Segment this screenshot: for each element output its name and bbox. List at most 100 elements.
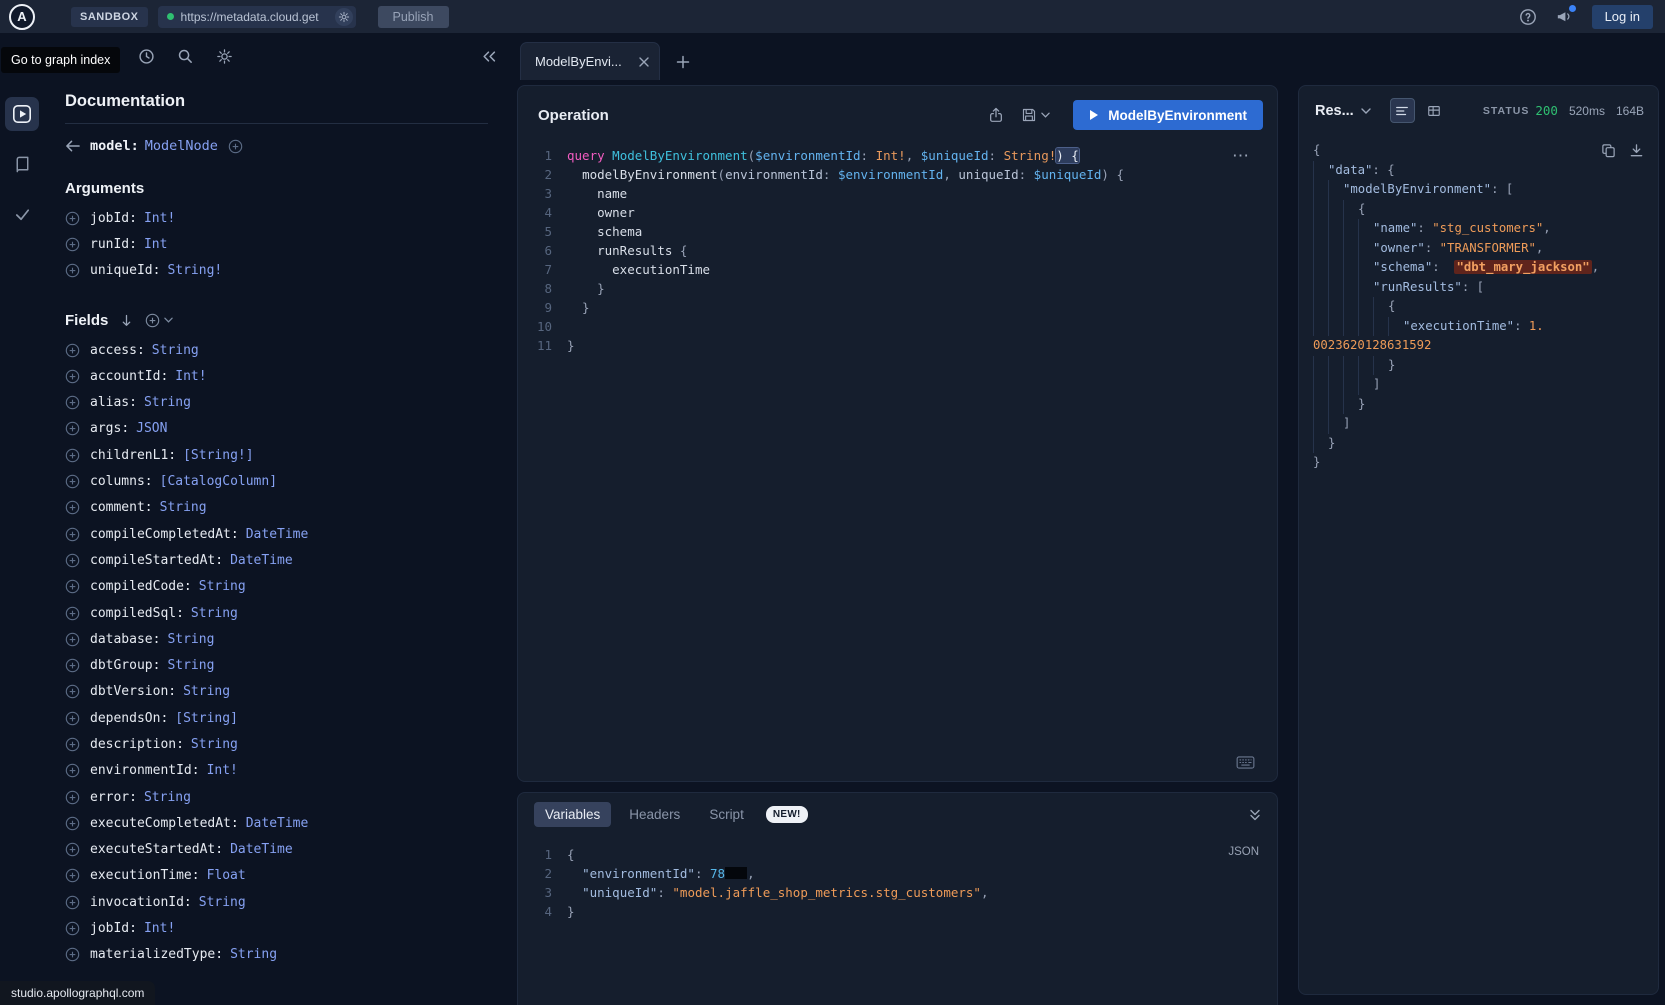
- doc-field-row[interactable]: executeCompletedAtDateTime: [65, 810, 488, 836]
- operation-tab[interactable]: ModelByEnvi...: [520, 42, 660, 80]
- endpoint-settings-icon[interactable]: [335, 8, 353, 26]
- add-field-icon[interactable]: [65, 369, 80, 384]
- doc-field-row[interactable]: argsJSON: [65, 416, 488, 442]
- doc-field-row[interactable]: jobIdInt!: [65, 915, 488, 941]
- doc-field-row[interactable]: compiledSqlString: [65, 600, 488, 626]
- doc-field-row[interactable]: compiledCodeString: [65, 574, 488, 600]
- doc-field-row[interactable]: jobIdInt!: [65, 205, 488, 231]
- add-field-icon[interactable]: [65, 816, 80, 831]
- doc-field-row[interactable]: columns[CatalogColumn]: [65, 468, 488, 494]
- variables-editor[interactable]: JSON 1{2 "environmentId": 78,3 "uniqueId…: [518, 833, 1277, 1005]
- doc-field-row[interactable]: descriptionString: [65, 731, 488, 757]
- add-field-icon[interactable]: [65, 263, 80, 278]
- code-token: runResults: [597, 243, 672, 258]
- add-field-icon[interactable]: [65, 684, 80, 699]
- doc-field-row[interactable]: errorString: [65, 784, 488, 810]
- doc-field-row[interactable]: runIdInt: [65, 231, 488, 257]
- add-field-icon[interactable]: [65, 448, 80, 463]
- sort-fields-icon[interactable]: [121, 314, 132, 327]
- run-operation-button[interactable]: ModelByEnvironment: [1073, 100, 1263, 130]
- keyboard-shortcuts-icon[interactable]: [1236, 756, 1255, 769]
- add-field-icon[interactable]: [65, 763, 80, 778]
- model-type-link[interactable]: ModelNode: [145, 138, 218, 154]
- add-field-icon[interactable]: [65, 211, 80, 226]
- new-tab-icon[interactable]: [676, 55, 690, 69]
- add-field-icon[interactable]: [65, 711, 80, 726]
- tab-script[interactable]: Script: [698, 802, 755, 827]
- doc-field-row[interactable]: childrenL1[String!]: [65, 442, 488, 468]
- add-field-icon[interactable]: [65, 606, 80, 621]
- response-title[interactable]: Res...: [1315, 103, 1354, 119]
- response-chevron-icon[interactable]: [1361, 108, 1371, 114]
- doc-field-row[interactable]: uniqueIdString!: [65, 258, 488, 284]
- doc-field-row[interactable]: dbtGroupString: [65, 652, 488, 678]
- add-field-icon[interactable]: [65, 421, 80, 436]
- collapse-panel-icon[interactable]: [482, 50, 496, 63]
- publish-button[interactable]: Publish: [378, 6, 449, 28]
- add-field-icon[interactable]: [65, 527, 80, 542]
- doc-field-row[interactable]: invocationIdString: [65, 889, 488, 915]
- announcements-icon[interactable]: [1555, 8, 1572, 25]
- table-view-toggle[interactable]: [1422, 98, 1447, 123]
- doc-field-row[interactable]: materializedTypeString: [65, 942, 488, 968]
- back-arrow-icon[interactable]: [65, 140, 80, 152]
- doc-field-row[interactable]: executionTimeFloat: [65, 863, 488, 889]
- doc-field-row[interactable]: dbtVersionString: [65, 679, 488, 705]
- endpoint-url-input[interactable]: https://metadata.cloud.get: [158, 6, 356, 28]
- search-icon[interactable]: [177, 48, 194, 65]
- overflow-menu-icon[interactable]: ⋯: [1232, 146, 1249, 166]
- add-field-icon[interactable]: [65, 790, 80, 805]
- add-field-icon[interactable]: [65, 737, 80, 752]
- login-button[interactable]: Log in: [1592, 5, 1653, 29]
- save-operation-group[interactable]: [1021, 107, 1050, 123]
- help-icon[interactable]: [1519, 8, 1537, 26]
- doc-field-row[interactable]: compileStartedAtDateTime: [65, 547, 488, 573]
- save-chevron-icon[interactable]: [1041, 112, 1050, 118]
- collapse-variables-icon[interactable]: [1249, 809, 1261, 821]
- download-response-icon[interactable]: [1629, 143, 1644, 158]
- field-type: String: [144, 790, 191, 805]
- doc-field-row[interactable]: commentString: [65, 495, 488, 521]
- add-field-icon[interactable]: [65, 343, 80, 358]
- add-model-icon[interactable]: [228, 139, 243, 154]
- add-all-fields-icon[interactable]: [145, 313, 173, 328]
- close-tab-icon[interactable]: [639, 57, 649, 67]
- tab-headers[interactable]: Headers: [618, 802, 691, 827]
- doc-field-row[interactable]: databaseString: [65, 626, 488, 652]
- add-field-icon[interactable]: [65, 947, 80, 962]
- doc-field-row[interactable]: accessString: [65, 337, 488, 363]
- explorer-icon[interactable]: [5, 97, 39, 131]
- apollo-logo[interactable]: A: [9, 4, 35, 30]
- doc-field-row[interactable]: dependsOn[String]: [65, 705, 488, 731]
- history-icon[interactable]: [138, 48, 155, 65]
- save-icon[interactable]: [1021, 107, 1037, 123]
- add-field-icon[interactable]: [65, 658, 80, 673]
- copy-response-icon[interactable]: [1601, 143, 1616, 158]
- add-field-icon[interactable]: [65, 237, 80, 252]
- add-field-icon[interactable]: [65, 632, 80, 647]
- code-line: ]: [1313, 414, 1646, 434]
- add-field-icon[interactable]: [65, 842, 80, 857]
- doc-field-row[interactable]: aliasString: [65, 389, 488, 415]
- doc-field-row[interactable]: environmentIdInt!: [65, 758, 488, 784]
- add-field-icon[interactable]: [65, 579, 80, 594]
- add-field-icon[interactable]: [65, 553, 80, 568]
- code-token: ) {: [1101, 167, 1124, 182]
- add-field-icon[interactable]: [65, 395, 80, 410]
- checklist-icon[interactable]: [5, 197, 39, 231]
- doc-field-row[interactable]: executeStartedAtDateTime: [65, 837, 488, 863]
- settings-icon[interactable]: [216, 48, 233, 65]
- add-field-icon[interactable]: [65, 868, 80, 883]
- add-field-icon[interactable]: [65, 500, 80, 515]
- formatted-view-toggle[interactable]: [1390, 98, 1415, 123]
- share-icon[interactable]: [988, 107, 1004, 123]
- doc-field-row[interactable]: accountIdInt!: [65, 363, 488, 389]
- add-field-icon[interactable]: [65, 895, 80, 910]
- tab-variables[interactable]: Variables: [534, 802, 611, 827]
- add-field-icon[interactable]: [65, 474, 80, 489]
- schema-icon[interactable]: [5, 147, 39, 181]
- operation-editor[interactable]: ⋯ 1query ModelByEnvironment($environment…: [518, 140, 1277, 781]
- add-field-icon[interactable]: [65, 921, 80, 936]
- doc-field-row[interactable]: compileCompletedAtDateTime: [65, 521, 488, 547]
- code-token: ,: [1543, 221, 1550, 235]
